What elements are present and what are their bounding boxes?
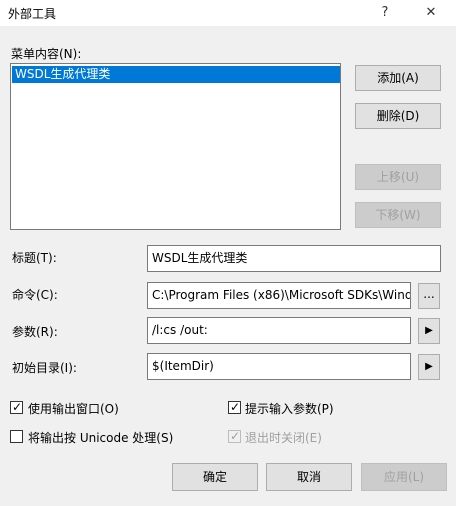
command-input[interactable]: C:\Program Files (x86)\Microsoft SDKs\Wi… <box>147 282 411 309</box>
use-output-window-label[interactable]: 使用输出窗口(O) <box>28 400 119 417</box>
title-label: 标题(T): <box>12 251 57 265</box>
command-label: 命令(C): <box>12 288 58 302</box>
prompt-arguments-checkbox[interactable]: ✓ <box>228 400 241 414</box>
use-output-window-checkbox[interactable]: ✓ <box>10 400 23 414</box>
check-icon: ✓ <box>12 400 23 414</box>
menu-contents-list[interactable]: WSDL生成代理类 <box>10 63 341 230</box>
external-tools-dialog: 外部工具 ? ✕ 菜单内容(N): WSDL生成代理类 添加(A) 删除(D) … <box>0 0 456 506</box>
treat-unicode-label[interactable]: 将输出按 Unicode 处理(S) <box>28 429 173 446</box>
move-up-button[interactable]: 上移(U) <box>355 164 441 190</box>
treat-unicode-checkbox[interactable] <box>10 430 23 443</box>
arrow-right-icon: ▶ <box>425 361 433 372</box>
arrow-right-icon: ▶ <box>425 325 433 336</box>
arguments-label: 参数(R): <box>12 325 58 339</box>
add-button[interactable]: 添加(A) <box>355 65 441 91</box>
close-icon[interactable]: ✕ <box>420 2 442 24</box>
move-down-button[interactable]: 下移(W) <box>355 202 441 228</box>
apply-button[interactable]: 应用(L) <box>361 463 447 491</box>
title-input[interactable]: WSDL生成代理类 <box>147 245 441 272</box>
initial-dir-menu-button[interactable]: ▶ <box>418 354 440 380</box>
cancel-button[interactable]: 取消 <box>266 463 352 491</box>
menu-contents-label: 菜单内容(N): <box>11 47 82 61</box>
title-bar: 外部工具 ? ✕ <box>0 0 456 26</box>
prompt-arguments-label[interactable]: 提示输入参数(P) <box>245 400 334 417</box>
check-icon: ✓ <box>230 429 241 443</box>
ok-button[interactable]: 确定 <box>172 463 258 491</box>
browse-button[interactable]: ... <box>418 283 440 309</box>
list-item[interactable]: WSDL生成代理类 <box>12 66 340 83</box>
delete-button[interactable]: 删除(D) <box>355 103 441 129</box>
window-title: 外部工具 <box>8 7 57 21</box>
arguments-menu-button[interactable]: ▶ <box>418 318 440 344</box>
check-icon: ✓ <box>230 400 241 414</box>
close-on-exit-checkbox[interactable]: ✓ <box>228 429 241 443</box>
close-on-exit-label[interactable]: 退出时关闭(E) <box>245 429 322 446</box>
initial-dir-label: 初始目录(I): <box>12 361 77 375</box>
arguments-input[interactable]: /l:cs /out: <box>147 317 411 344</box>
initial-dir-input[interactable]: $(ItemDir) <box>147 353 411 380</box>
help-icon[interactable]: ? <box>374 2 396 24</box>
